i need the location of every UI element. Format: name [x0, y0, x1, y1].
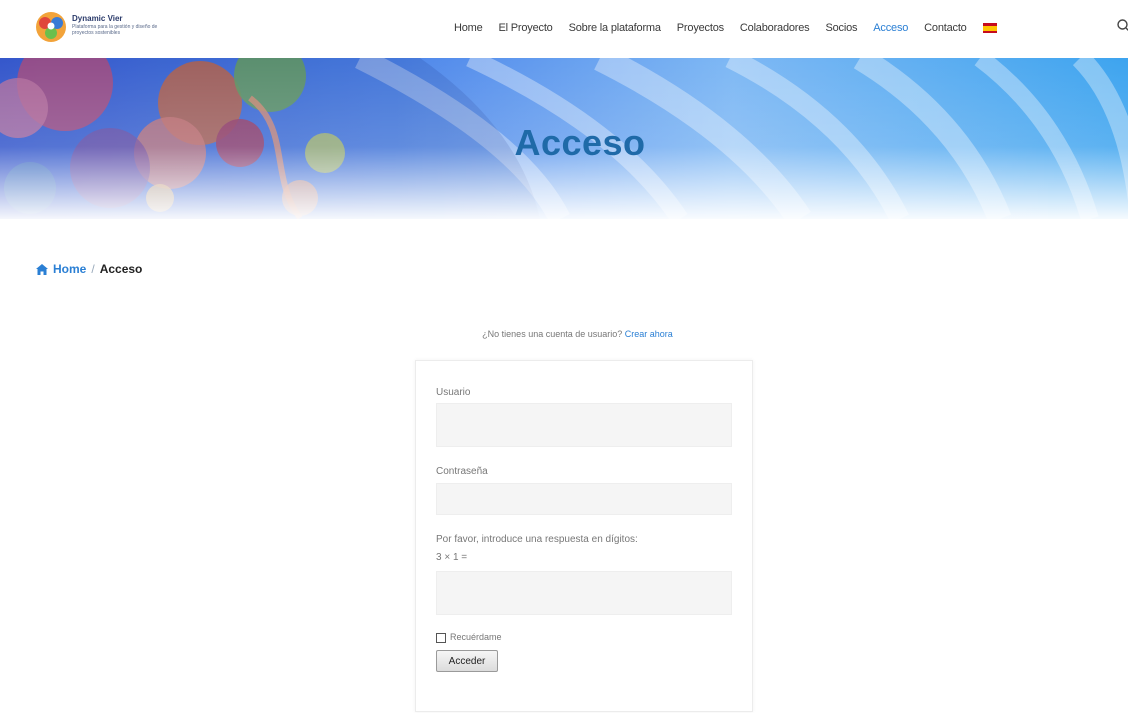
password-input[interactable] [436, 483, 732, 515]
captcha-label: Por favor, introduce una respuesta en dí… [436, 534, 638, 545]
nav-item-home[interactable]: Home [454, 22, 483, 34]
breadcrumb-home-link[interactable]: Home [53, 262, 86, 276]
nav-item-colaboradores[interactable]: Colaboradores [740, 22, 810, 34]
captcha-input[interactable] [436, 571, 732, 615]
username-label: Usuario [436, 387, 471, 398]
nav-item-acceso[interactable]: Acceso [873, 22, 908, 34]
username-input[interactable] [436, 403, 732, 447]
breadcrumb-separator: / [91, 262, 95, 276]
site-logo[interactable]: Dynamic Vier Plataforma para la gestión … [34, 10, 164, 44]
nav-item-sobre-la-plataforma[interactable]: Sobre la plataforma [569, 22, 661, 34]
remember-me-checkbox[interactable] [436, 633, 446, 643]
login-submit-button[interactable]: Acceder [436, 650, 498, 672]
password-label: Contraseña [436, 466, 488, 477]
search-icon[interactable] [1116, 18, 1128, 34]
hero-banner: Acceso [0, 58, 1128, 219]
logo-title: Dynamic Vier [72, 14, 123, 23]
main-nav: Home El Proyecto Sobre la plataforma Pro… [454, 18, 1009, 38]
nav-item-socios[interactable]: Socios [825, 22, 857, 34]
spain-flag-icon[interactable] [982, 23, 997, 33]
captcha-question: 3 × 1 = [436, 552, 468, 563]
site-header: Dynamic Vier Plataforma para la gestión … [0, 0, 1128, 58]
register-prompt: ¿No tienes una cuenta de usuario? Crear … [0, 329, 1128, 339]
home-icon[interactable] [36, 263, 48, 275]
login-form: Usuario Contraseña Por favor, introduce … [415, 360, 753, 712]
page-title: Acceso [514, 122, 646, 163]
breadcrumb-current: Acceso [99, 262, 143, 276]
logo-subtitle: Plataforma para la gestión y diseño de p… [72, 24, 158, 36]
remember-me-label[interactable]: Recuérdame [450, 632, 502, 642]
nav-item-proyectos[interactable]: Proyectos [677, 22, 724, 34]
nav-item-contacto[interactable]: Contacto [924, 22, 967, 34]
register-link[interactable]: Crear ahora [625, 329, 673, 339]
breadcrumb: Home / Acceso [36, 262, 142, 276]
logo-mark-icon [36, 12, 66, 42]
nav-item-el-proyecto[interactable]: El Proyecto [499, 22, 553, 34]
register-text: ¿No tienes una cuenta de usuario? [482, 329, 623, 339]
